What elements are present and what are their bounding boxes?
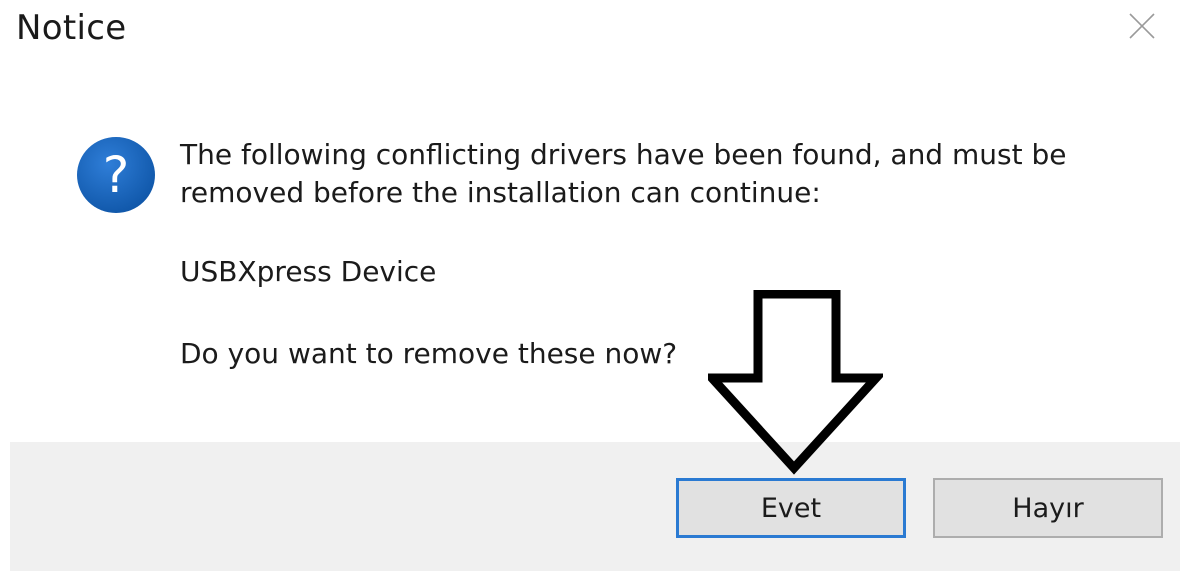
dialog-content: ? The following conflicting drivers have… (0, 0, 1180, 440)
message-line-1: The following conflicting drivers have b… (180, 138, 1067, 171)
dialog-question: Do you want to remove these now? (180, 337, 678, 370)
notice-dialog: Notice ? The following conflicting drive… (0, 0, 1180, 571)
dialog-message: The following conflicting drivers have b… (180, 136, 1120, 212)
message-line-2: removed before the installation can cont… (180, 176, 821, 209)
question-icon: ? (74, 134, 158, 216)
no-button[interactable]: Hayır (933, 478, 1163, 538)
svg-text:?: ? (103, 146, 130, 204)
yes-button[interactable]: Evet (676, 478, 906, 538)
conflicting-device-name: USBXpress Device (180, 255, 437, 288)
